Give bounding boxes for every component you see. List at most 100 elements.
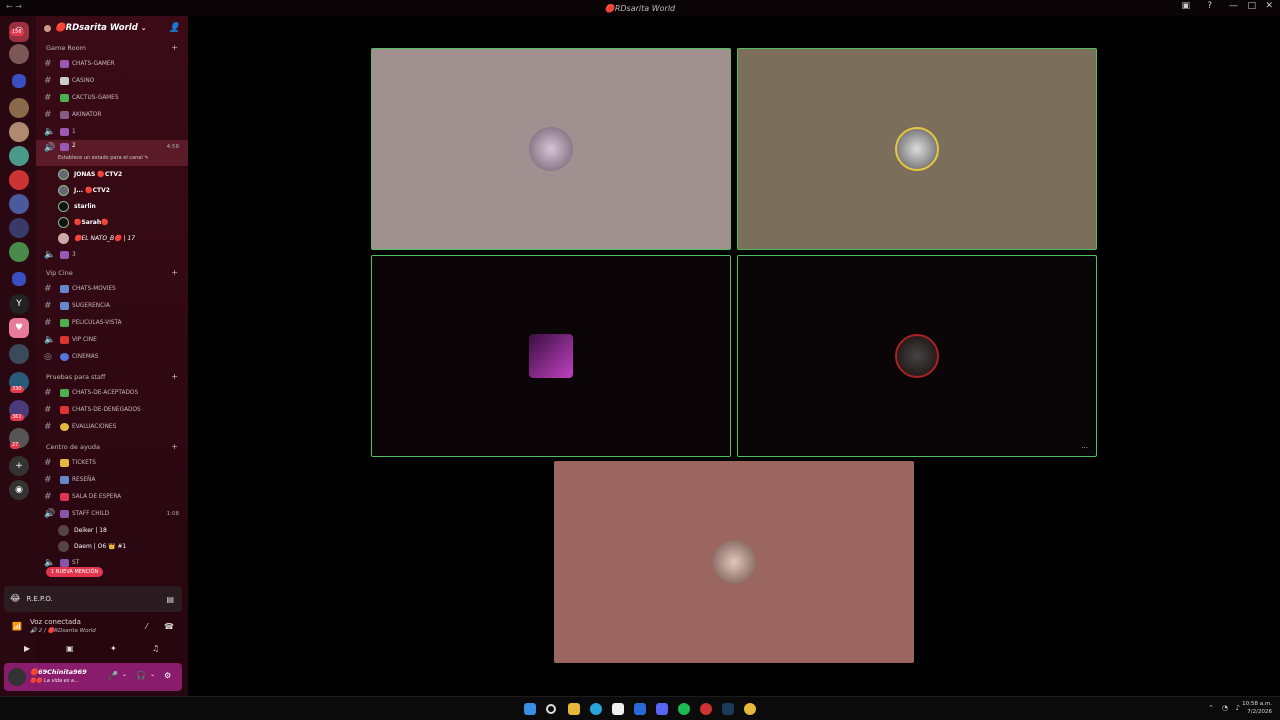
video-tile[interactable] bbox=[737, 48, 1097, 250]
voice-channel-2[interactable]: 🔊 2 4:58 Establece un estado para el canal… bbox=[36, 140, 188, 166]
voice-user[interactable]: Daem | O6 👑 #1 bbox=[36, 538, 188, 554]
voice-user[interactable]: J... 🔴CTV2 bbox=[36, 182, 188, 198]
file-explorer-icon[interactable] bbox=[568, 703, 580, 715]
store-icon[interactable] bbox=[612, 703, 624, 715]
microphone-icon[interactable]: 🎤 bbox=[108, 671, 118, 680]
server-icon[interactable] bbox=[9, 344, 29, 364]
avatar[interactable] bbox=[8, 668, 26, 686]
category-vip-cine[interactable]: Vip Cine + bbox=[36, 265, 188, 280]
voice-user[interactable]: JONAS 🔴CTV2 bbox=[36, 166, 188, 182]
category-pruebas-staff[interactable]: Pruebas para staff + bbox=[36, 369, 188, 384]
voice-channel-3[interactable]: 🔈 3 bbox=[36, 246, 188, 263]
add-channel-icon[interactable]: + bbox=[171, 268, 178, 277]
soundboard-icon[interactable]: ♫ bbox=[152, 644, 159, 653]
game-activity[interactable]: 😂 R.E.P.O. ▤ bbox=[4, 586, 182, 612]
channel-cactus-games[interactable]: # CACTUS-GAMES bbox=[36, 89, 188, 106]
add-channel-icon[interactable]: + bbox=[171, 442, 178, 451]
voice-channel-vip-cine[interactable]: 🔈 VIP CINE bbox=[36, 331, 188, 348]
channel-sugerencia[interactable]: # SUGERENCIA bbox=[36, 297, 188, 314]
more-options-icon[interactable]: ... bbox=[1081, 442, 1088, 450]
close-icon[interactable]: ✕ bbox=[1265, 1, 1273, 11]
server-icon[interactable] bbox=[9, 194, 29, 214]
category-centro-ayuda[interactable]: Centro de ayuda + bbox=[36, 439, 188, 454]
channel-akinator[interactable]: # AKINATOR bbox=[36, 106, 188, 123]
channel-emoji-icon bbox=[60, 59, 69, 68]
folder-icon[interactable] bbox=[12, 74, 26, 88]
channel-chats-gamer[interactable]: # CHATS-GAMER bbox=[36, 55, 188, 72]
server-icon[interactable] bbox=[9, 242, 29, 262]
video-tile[interactable] bbox=[554, 461, 914, 663]
inbox-icon[interactable]: ▣ bbox=[1181, 1, 1190, 11]
avatar bbox=[58, 168, 69, 180]
server-icon[interactable] bbox=[9, 98, 29, 118]
channel-label: VIP CINE bbox=[72, 336, 97, 343]
channel-chats-movies[interactable]: # CHATS-MOVIES bbox=[36, 280, 188, 297]
server-header[interactable]: 🔴RDsarita World ⌄ 👤 bbox=[36, 16, 188, 40]
channel-sala-de-espera[interactable]: # SALA DE ESPERA bbox=[36, 488, 188, 505]
minimize-icon[interactable]: — bbox=[1229, 1, 1238, 11]
add-user-icon[interactable]: 👤 bbox=[169, 23, 180, 33]
search-icon[interactable] bbox=[546, 704, 556, 714]
activities-icon[interactable]: ✦ bbox=[110, 644, 117, 653]
help-icon[interactable]: ? bbox=[1207, 1, 1212, 11]
new-mention-pill[interactable]: 1 NUEVA MENCIÓN bbox=[46, 567, 104, 577]
voice-user[interactable]: starlin bbox=[36, 198, 188, 214]
chevron-down-icon[interactable]: ⌄ bbox=[150, 671, 155, 678]
mail-icon[interactable] bbox=[634, 703, 646, 715]
voice-user[interactable]: Deiker | 18 bbox=[36, 522, 188, 538]
camera-icon[interactable]: ▶ bbox=[24, 644, 30, 653]
steam-icon[interactable] bbox=[722, 703, 734, 715]
server-icon[interactable] bbox=[9, 218, 29, 238]
discover-icon[interactable]: ◉ bbox=[9, 480, 29, 500]
video-tile[interactable] bbox=[371, 255, 731, 457]
voice-user[interactable]: 🔴EL NATO_B🔴 | 17 bbox=[36, 230, 188, 246]
maximize-icon[interactable]: □ bbox=[1247, 1, 1256, 11]
channel-peliculas-vista[interactable]: # PELICULAS-VISTA bbox=[36, 314, 188, 331]
server-icon[interactable]: Y bbox=[9, 294, 29, 314]
server-icon[interactable] bbox=[9, 146, 29, 166]
add-channel-icon[interactable]: + bbox=[171, 372, 178, 381]
category-game-room[interactable]: Game Room + bbox=[36, 40, 188, 55]
settings-gear-icon[interactable]: ⚙ bbox=[164, 671, 171, 680]
headphones-icon[interactable]: 🎧 bbox=[136, 671, 146, 680]
voice-channel-staff-child[interactable]: 🔊 STAFF CHILD 1:08 bbox=[36, 505, 188, 522]
noise-suppression-icon[interactable]: ⁄ bbox=[146, 622, 147, 631]
server-icon[interactable] bbox=[9, 122, 29, 142]
channel-chats-de-aceptados[interactable]: # CHATS-DE-ACEPTADOS bbox=[36, 384, 188, 401]
controller-icon[interactable]: ▤ bbox=[166, 595, 174, 604]
channel-label: 1 bbox=[72, 128, 76, 135]
clock[interactable]: 10:58 a.m. 7/2/2026 bbox=[1242, 700, 1272, 716]
add-server-icon[interactable]: + bbox=[9, 456, 29, 476]
voice-channel-1[interactable]: 🔈 1 bbox=[36, 123, 188, 140]
start-menu-icon[interactable] bbox=[524, 703, 536, 715]
video-tile[interactable]: ... bbox=[737, 255, 1097, 457]
user-name[interactable]: 🔴69Chinita969 bbox=[30, 668, 87, 676]
voice-channel-name[interactable]: 🔊 2 / 🔴RDsarita World bbox=[30, 628, 96, 634]
channel-resena[interactable]: # RESEÑA bbox=[36, 471, 188, 488]
edge-icon[interactable] bbox=[590, 703, 602, 715]
video-tile[interactable] bbox=[371, 48, 731, 250]
server-icon[interactable] bbox=[9, 170, 29, 190]
volume-icon[interactable]: ♪ bbox=[1236, 704, 1240, 712]
chevron-up-icon[interactable]: ⌃ bbox=[1208, 704, 1214, 712]
channel-status[interactable]: Establece un estado para el canal ✎ bbox=[58, 155, 149, 161]
channel-evaluaciones[interactable]: # EVALUACIONES bbox=[36, 418, 188, 435]
voice-channel-cinemas[interactable]: ◎ CINEMAS bbox=[36, 348, 188, 365]
chevron-down-icon[interactable]: ⌄ bbox=[122, 671, 127, 678]
channel-casino[interactable]: # CASINO bbox=[36, 72, 188, 89]
disconnect-icon[interactable]: ☎ bbox=[164, 622, 174, 631]
voice-user[interactable]: 🔴Sarah🔴 bbox=[36, 214, 188, 230]
server-icon[interactable] bbox=[9, 44, 29, 64]
server-icon[interactable]: ♥ bbox=[9, 318, 29, 338]
channel-tickets[interactable]: # TICKETS bbox=[36, 454, 188, 471]
discord-icon[interactable] bbox=[656, 703, 668, 715]
screen-share-icon[interactable]: ▣ bbox=[66, 644, 74, 653]
game-icon[interactable] bbox=[744, 703, 756, 715]
app-icon[interactable] bbox=[700, 703, 712, 715]
wifi-icon[interactable]: ◔ bbox=[1222, 704, 1228, 712]
channel-chats-de-denegados[interactable]: # CHATS-DE-DENEGADOS bbox=[36, 401, 188, 418]
folder-icon[interactable] bbox=[12, 272, 26, 286]
spotify-icon[interactable] bbox=[678, 703, 690, 715]
signal-icon[interactable]: 📶 bbox=[12, 622, 22, 631]
add-channel-icon[interactable]: + bbox=[171, 43, 178, 52]
